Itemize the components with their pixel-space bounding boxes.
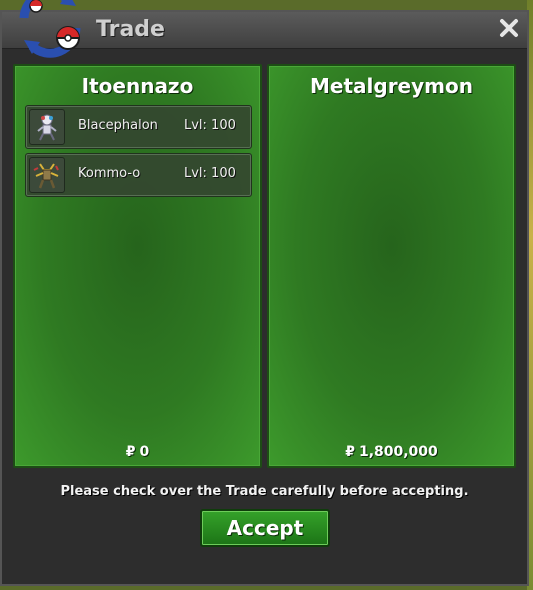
pokedollar-icon: ₽ xyxy=(345,444,355,460)
money-amount: 0 xyxy=(139,444,150,460)
window-title: Trade xyxy=(96,17,165,42)
close-icon[interactable] xyxy=(497,16,521,40)
my-trainer-name: Itoennazo xyxy=(81,74,194,98)
money-amount: 1,800,000 xyxy=(358,444,438,460)
trade-window: Trade Itoennazo Blacephalon Lvl: 100 Kom… xyxy=(0,10,529,586)
trade-notice: Please check over the Trade carefully be… xyxy=(60,484,469,499)
kommo-o-sprite-icon xyxy=(29,157,65,193)
partner-trainer-name: Metalgreymon xyxy=(310,74,473,98)
partner-offer-panel: Metalgreymon ₽1,800,000 xyxy=(267,64,516,468)
pokemon-name: Kommo-o xyxy=(78,166,141,181)
accept-button[interactable]: Accept xyxy=(200,509,330,547)
pokemon-name: Blacephalon xyxy=(78,118,158,133)
pokemon-level: Lvl: 100 xyxy=(184,166,236,181)
my-offer-panel: Itoennazo Blacephalon Lvl: 100 Kommo-o L… xyxy=(13,64,262,468)
offered-pokemon-row[interactable]: Kommo-o Lvl: 100 xyxy=(25,153,252,197)
blacephalon-sprite-icon xyxy=(29,109,65,145)
pokemon-level: Lvl: 100 xyxy=(184,118,236,133)
partner-money-offer: ₽1,800,000 xyxy=(269,444,514,460)
my-money-offer: ₽0 xyxy=(15,444,260,460)
pokeball-logo-icon xyxy=(19,0,81,58)
pokedollar-icon: ₽ xyxy=(125,444,136,460)
offered-pokemon-row[interactable]: Blacephalon Lvl: 100 xyxy=(25,105,252,149)
